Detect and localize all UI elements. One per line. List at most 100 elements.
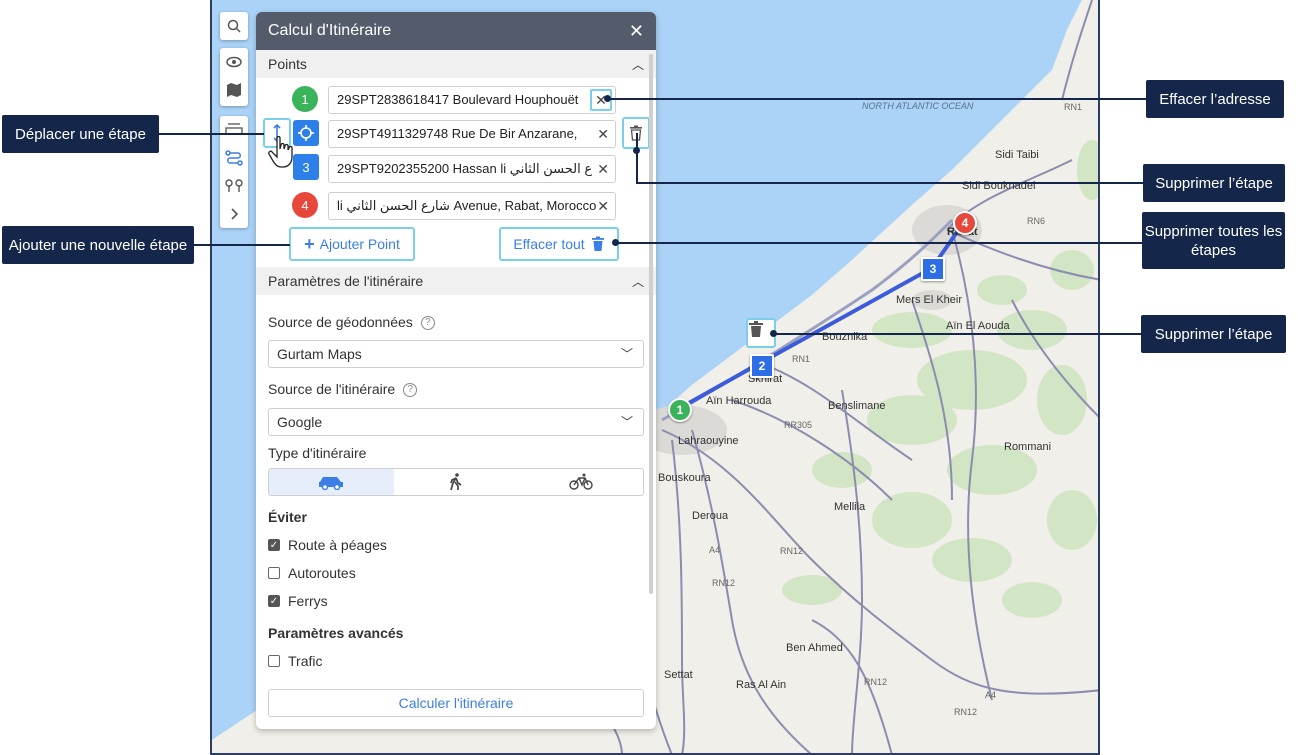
- point-address-text: 29SPT9202355200 Hassan li ع الحسن الثاني: [337, 161, 593, 176]
- callout-dot: [604, 95, 611, 102]
- search-icon: [227, 19, 241, 33]
- route-type-walk[interactable]: [394, 469, 519, 495]
- road-label: RN12: [780, 546, 804, 556]
- city-label: Sidi Taibi: [995, 149, 1039, 161]
- road-label: RN12: [864, 677, 888, 687]
- callout-line: [194, 244, 290, 246]
- expand-toolbar-button[interactable]: [220, 200, 248, 228]
- points-section-header[interactable]: Points ︿: [256, 50, 656, 78]
- route-button[interactable]: [220, 144, 248, 172]
- city-label: Settat: [664, 669, 693, 681]
- route-marker-1[interactable]: 1: [668, 398, 692, 422]
- avoid-option-toll[interactable]: ✓ Route à péages: [268, 537, 387, 553]
- distance-button[interactable]: [220, 116, 248, 144]
- panel-header: Calcul d'Itinéraire ✕: [256, 12, 656, 50]
- route-marker-2[interactable]: 2: [750, 354, 774, 378]
- map-icon: [227, 83, 241, 97]
- search-button[interactable]: [220, 12, 248, 40]
- help-icon[interactable]: ?: [420, 316, 435, 331]
- geodata-source-label: Source de géodonnées?: [268, 314, 435, 331]
- checkbox[interactable]: [268, 567, 280, 579]
- eye-icon: [226, 56, 242, 68]
- map-toolbar-search: [220, 12, 248, 40]
- pins-icon: [225, 179, 243, 192]
- city-label: Deroua: [692, 510, 729, 522]
- point-gps-2[interactable]: [293, 120, 319, 146]
- callout-line: [614, 242, 1142, 244]
- avoid-option-highways[interactable]: Autoroutes: [268, 565, 356, 581]
- point-address-input[interactable]: 29SPT2838618417 Boulevard Houphouët ✕: [328, 86, 616, 114]
- road-label: RN1: [1064, 102, 1083, 112]
- add-point-button[interactable]: + Ajouter Point: [289, 227, 415, 261]
- clear-address-icon[interactable]: ✕: [597, 121, 609, 147]
- trash-icon: [749, 321, 763, 337]
- city-label: Ras Al Ain: [736, 679, 787, 691]
- road-label: A4: [985, 690, 997, 700]
- point-address-input[interactable]: 29SPT4911329748 Rue De Bir Anzarane, ✕: [328, 120, 616, 148]
- callout-line: [606, 98, 1146, 100]
- close-icon[interactable]: ✕: [629, 21, 644, 42]
- checkbox-checked[interactable]: ✓: [268, 595, 280, 607]
- point-number-1: 1: [292, 86, 318, 112]
- chevron-right-icon: [231, 208, 239, 220]
- point-address-input[interactable]: 29SPT9202355200 Hassan li ع الحسن الثاني…: [328, 155, 616, 183]
- point-address-input[interactable]: li شارع الحسن الثاني Avenue, Rabat, Moro…: [328, 192, 616, 220]
- clear-all-button[interactable]: Effacer tout: [499, 227, 619, 261]
- city-label: Bouskoura: [658, 472, 711, 484]
- route-marker-4[interactable]: 4: [953, 211, 977, 235]
- route-source-select[interactable]: Google ﹀: [268, 408, 644, 436]
- route-type-label: Type d'itinéraire: [268, 445, 367, 461]
- city-label: Mers El Kheir: [896, 294, 963, 306]
- road-label: RN12: [712, 578, 736, 588]
- hand-cursor-icon: [268, 136, 293, 168]
- avoid-option-ferries[interactable]: ✓ Ferrys: [268, 593, 328, 609]
- advanced-option-traffic[interactable]: Trafic: [268, 653, 322, 669]
- route-type-car[interactable]: [269, 469, 394, 495]
- callout-line: [159, 133, 264, 135]
- clear-address-icon[interactable]: ✕: [597, 156, 609, 182]
- point-address-text: 29SPT4911329748 Rue De Bir Anzarane,: [337, 126, 578, 141]
- calculate-route-button[interactable]: Calculer l'itinéraire: [268, 689, 644, 717]
- point-number-4: 4: [292, 192, 318, 218]
- clear-address-icon[interactable]: ✕: [597, 193, 609, 219]
- clear-all-label: Effacer tout: [513, 236, 585, 252]
- panel-scrollbar[interactable]: [649, 54, 653, 594]
- callout-line: [772, 333, 1141, 335]
- crosshair-icon: [298, 125, 314, 141]
- route-params-section-header[interactable]: Paramètres de l'itinéraire ︿: [256, 267, 656, 295]
- city-label: Ben Ahmed: [786, 642, 843, 654]
- callout-dot: [633, 147, 640, 154]
- route-source-label: Source de l'itinéraire?: [268, 381, 418, 398]
- chevron-up-icon: ︿: [631, 274, 644, 289]
- panel-title: Calcul d'Itinéraire: [268, 22, 392, 39]
- point-number-3: 3: [293, 154, 319, 180]
- city-label: Rommani: [1004, 441, 1052, 453]
- visibility-button[interactable]: [220, 48, 248, 76]
- points-section-title: Points: [268, 56, 307, 72]
- road-label: RN1: [792, 354, 811, 364]
- route-type-bike[interactable]: [518, 469, 643, 495]
- map-layers-button[interactable]: [220, 76, 248, 104]
- route-icon: [225, 150, 243, 166]
- callout-clear-address: Effacer l’adresse: [1146, 80, 1284, 118]
- city-label: Mellila: [834, 501, 866, 513]
- bike-icon: [568, 473, 593, 490]
- checkbox[interactable]: [268, 655, 280, 667]
- advanced-label: Paramètres avancés: [268, 625, 404, 641]
- route-marker-3[interactable]: 3: [921, 257, 945, 281]
- ruler-icon: [225, 123, 243, 135]
- checkbox-checked[interactable]: ✓: [268, 539, 280, 551]
- ocean-label: NORTH ATLANTIC OCEAN: [862, 101, 974, 111]
- pins-button[interactable]: [220, 172, 248, 200]
- geodata-source-value: Gurtam Maps: [277, 346, 362, 362]
- callout-line: [636, 182, 1143, 184]
- route-planner-panel: Calcul d'Itinéraire ✕ Points ︿ 1 29SPT28…: [256, 12, 656, 729]
- walk-icon: [450, 473, 462, 491]
- help-icon[interactable]: ?: [403, 383, 418, 398]
- geodata-source-select[interactable]: Gurtam Maps ﹀: [268, 340, 644, 368]
- callout-delete-step: Supprimer l’étape: [1143, 164, 1285, 202]
- callout-move-step: Déplacer une étape: [2, 115, 159, 153]
- road-label: RR305: [784, 420, 813, 430]
- route-type-toggle: [268, 468, 644, 496]
- road-label: A4: [709, 545, 721, 555]
